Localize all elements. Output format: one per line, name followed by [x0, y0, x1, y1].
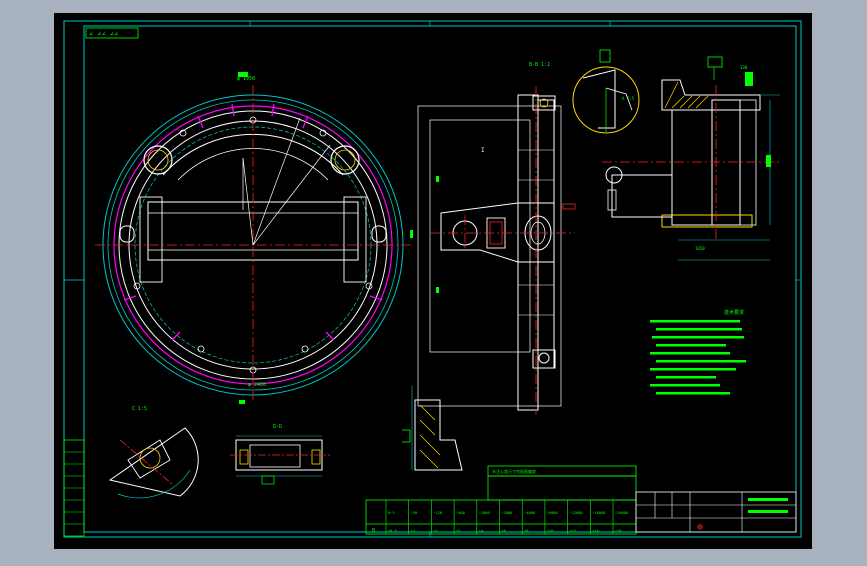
- svg-text:φ 2400: φ 2400: [248, 382, 266, 388]
- tolerance-value: ±6: [502, 529, 506, 533]
- svg-text:B: B: [372, 528, 375, 534]
- svg-text:⊕: ⊕: [697, 522, 703, 533]
- svg-text:D-D: D-D: [273, 424, 282, 430]
- tolerance-value: ±8: [524, 529, 528, 533]
- tolerance-value: ±2: [433, 529, 437, 533]
- svg-text:I: I: [481, 147, 485, 154]
- tolerance-range: ~120: [433, 511, 442, 515]
- tolerance-range: ~400: [456, 511, 465, 515]
- tolerance-range: 0~3: [388, 511, 395, 515]
- dim-marker-bottom: [239, 400, 245, 404]
- tolerance-value: ±4: [479, 529, 483, 533]
- drawing-canvas[interactable]: ∠ ∠∠ ∠∠ φ 1950 φ 2400 B-B 1:2 I A 1:5 10…: [0, 0, 867, 562]
- tolerance-range: ~12000: [570, 511, 583, 515]
- drawing-background: [54, 13, 812, 549]
- svg-text:1050: 1050: [695, 246, 705, 251]
- svg-text:130: 130: [740, 65, 748, 70]
- tolerance-value: ±1: [411, 529, 415, 533]
- cad-viewport[interactable]: ∠ ∠∠ ∠∠ φ 1950 φ 2400 B-B 1:2 I A 1:5 10…: [0, 0, 867, 562]
- svg-text:C 1:5: C 1:5: [132, 406, 147, 412]
- tolerance-range: ~2000: [502, 511, 513, 515]
- tolerance-value: ±14: [592, 529, 599, 533]
- tolerance-value: ±3: [456, 529, 460, 533]
- tolerance-range: ~1000: [479, 511, 490, 515]
- tolerance-range: ~4000: [524, 511, 535, 515]
- tolerance-range: ~30: [411, 511, 418, 515]
- tolerance-value: ±12: [570, 529, 577, 533]
- svg-text:B-B 1:2: B-B 1:2: [529, 62, 550, 68]
- tolerance-value: ±10: [547, 529, 554, 533]
- tolerance-value: ±0.5: [388, 529, 397, 533]
- tolerance-range: ~20000: [615, 511, 628, 515]
- tolerance-range: ~8000: [547, 511, 558, 515]
- dim-marker-top: [238, 72, 248, 77]
- svg-text:技术要求: 技术要求: [724, 309, 744, 316]
- svg-text:未注公差尺寸的极限偏差: 未注公差尺寸的极限偏差: [492, 468, 536, 474]
- svg-text:A 1:5: A 1:5: [622, 96, 635, 101]
- tolerance-range: ~16000: [592, 511, 605, 515]
- svg-text:∠ ∠∠ ∠∠: ∠ ∠∠ ∠∠: [89, 30, 119, 38]
- tolerance-value: ±16: [615, 529, 622, 533]
